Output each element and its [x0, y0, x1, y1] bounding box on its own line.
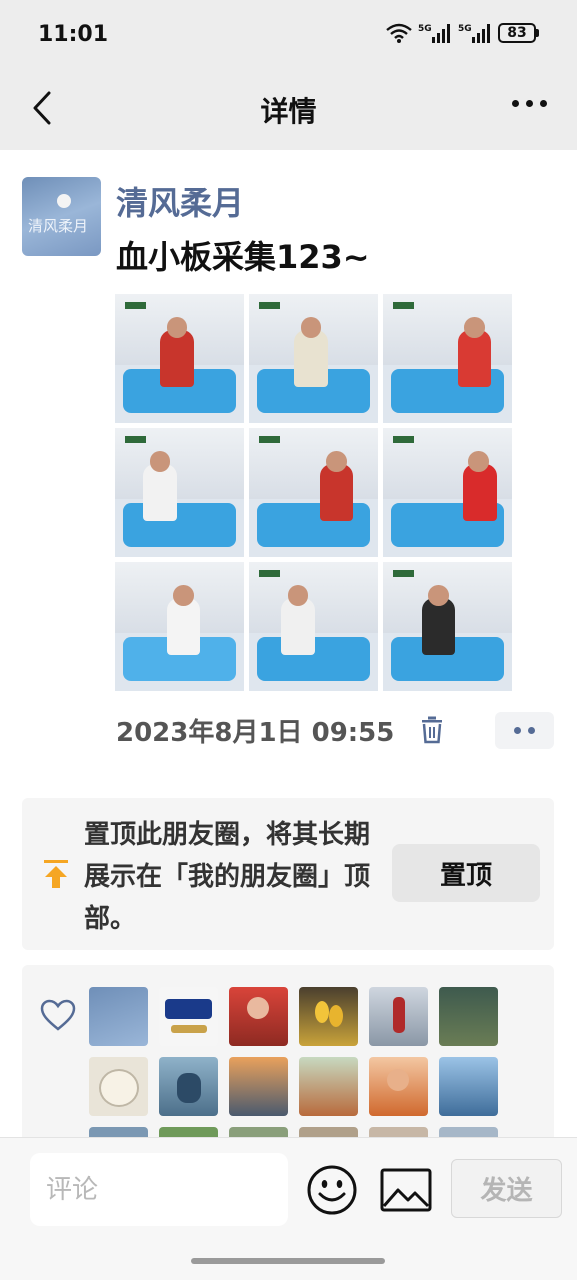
more-dots-icon[interactable] — [512, 100, 547, 107]
comment-input[interactable] — [30, 1153, 288, 1226]
post-photo[interactable] — [115, 562, 244, 691]
signal-label: 5G — [418, 24, 432, 34]
post-photo[interactable] — [383, 428, 512, 557]
image-icon[interactable] — [380, 1168, 432, 1212]
status-icons: 5G 5G 83 — [386, 22, 539, 44]
liker-avatar[interactable] — [299, 1057, 358, 1116]
page-title: 详情 — [260, 95, 317, 128]
liker-avatar[interactable] — [299, 987, 358, 1046]
photo-grid — [115, 294, 513, 691]
pin-description: 置顶此朋友圈，将其长期展示在「我的朋友圈」顶部。 — [84, 820, 371, 934]
pin-card: 置顶此朋友圈，将其长期展示在「我的朋友圈」顶部。 置顶 — [22, 798, 554, 950]
liker-avatar[interactable] — [89, 1057, 148, 1116]
pin-button[interactable]: 置顶 — [392, 844, 540, 902]
post-photo[interactable] — [249, 428, 378, 557]
emoji-icon[interactable] — [306, 1164, 358, 1216]
send-button[interactable]: 发送 — [451, 1159, 562, 1218]
post-username[interactable]: 清风柔月 — [116, 178, 244, 224]
liker-avatar[interactable] — [229, 1057, 288, 1116]
post-timestamp: 2023年8月1日 09:55 — [116, 718, 395, 748]
liker-avatars — [89, 987, 498, 1140]
signal-icon: 5G — [418, 24, 450, 43]
likes-section — [22, 965, 554, 1140]
signal-icon: 5G — [458, 24, 490, 43]
post-photo[interactable] — [249, 294, 378, 423]
liker-avatar[interactable] — [439, 987, 498, 1046]
home-indicator[interactable] — [191, 1258, 385, 1264]
status-bar: 11:01 5G 5G 83 — [0, 0, 577, 70]
avatar-calligraphy: 清风柔月 — [28, 217, 89, 235]
avatar[interactable]: 清风柔月 — [22, 177, 101, 256]
post-photo[interactable] — [249, 562, 378, 691]
liker-avatar[interactable] — [439, 1057, 498, 1116]
battery-icon: 83 — [498, 23, 539, 43]
post-photo[interactable] — [115, 294, 244, 423]
heart-icon — [40, 999, 76, 1031]
post-photo[interactable] — [383, 562, 512, 691]
liker-avatar[interactable] — [369, 987, 428, 1046]
liker-avatar[interactable] — [159, 987, 218, 1046]
liker-avatar[interactable] — [159, 1057, 218, 1116]
battery-level: 83 — [498, 23, 536, 43]
liker-avatar[interactable] — [369, 1057, 428, 1116]
nav-bar: 详情 — [0, 70, 577, 150]
post-photo[interactable] — [383, 294, 512, 423]
liker-avatar[interactable] — [89, 987, 148, 1046]
post-text: 血小板采集123~ — [116, 238, 370, 276]
post-photo[interactable] — [115, 428, 244, 557]
wifi-icon — [386, 23, 412, 43]
pin-top-icon — [42, 859, 70, 889]
signal-label: 5G — [458, 24, 472, 34]
liker-avatar[interactable] — [229, 987, 288, 1046]
status-time: 11:01 — [38, 22, 109, 47]
post-more-button[interactable] — [495, 712, 554, 749]
comment-bar: 发送 — [0, 1137, 577, 1280]
trash-icon[interactable] — [420, 716, 444, 744]
